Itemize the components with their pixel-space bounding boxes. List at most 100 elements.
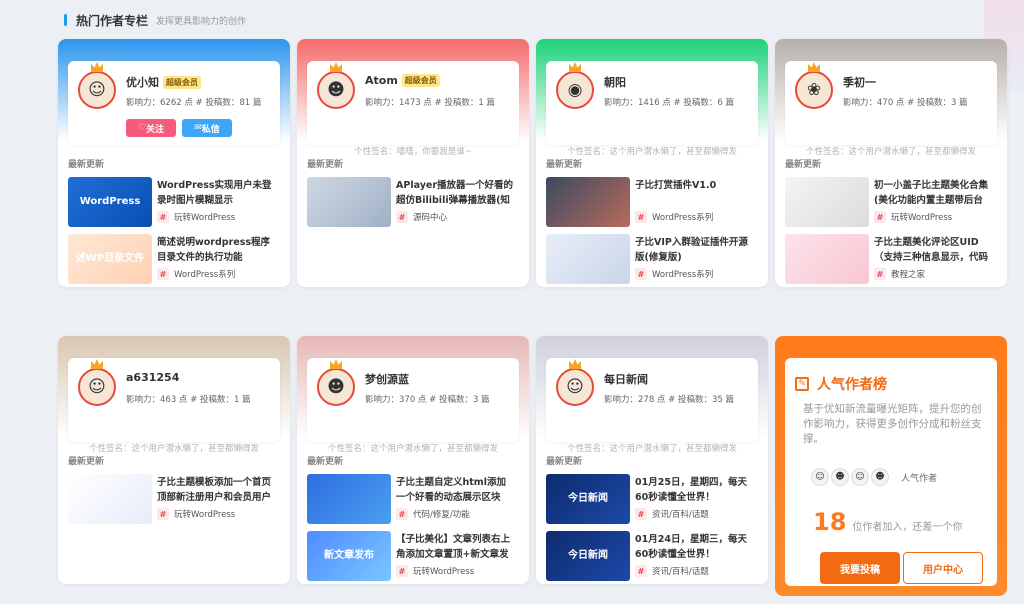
author-profile: ☺ 每日新闻 影响力：278 点 # 投稿数：35 篇个性签名：这个用户潜水懒了… xyxy=(546,358,758,454)
post-title[interactable]: APlayer播放器一个好看的超仿Bilibili弹幕播放器(知 xyxy=(396,178,514,208)
avatar[interactable]: ☻ xyxy=(317,71,355,109)
post-tag-text[interactable]: 资讯/百科/话题 xyxy=(652,565,709,577)
hash-icon: # xyxy=(157,211,169,223)
author-name-text[interactable]: a631254 xyxy=(126,371,179,384)
avatar[interactable]: ☺ xyxy=(851,468,869,486)
post-thumbnail[interactable]: 今日新闻 xyxy=(546,531,630,581)
avatar[interactable]: ☻ xyxy=(831,468,849,486)
post-tag[interactable]: # 教程之家 xyxy=(874,268,925,280)
post-tag-text[interactable]: WordPress系列 xyxy=(174,268,235,280)
post-title[interactable]: 子比主题自定义html添加一个好看的动态展示区块 xyxy=(396,475,514,505)
author-name[interactable]: 梦创源蓝 xyxy=(365,371,409,387)
avatar[interactable]: ◉ xyxy=(556,71,594,109)
avatar-wrap[interactable]: ☺ xyxy=(556,359,594,406)
post-tag[interactable]: # WordPress系列 xyxy=(157,268,235,280)
post-title[interactable]: 子比主题美化评论区UID（支持三种信息显示，代码 xyxy=(874,235,992,265)
avatar-wrap[interactable]: ☻ xyxy=(317,62,355,109)
post-thumbnail[interactable] xyxy=(546,234,630,284)
post-title[interactable]: 01月24日，星期三，每天60秒读懂全世界！ xyxy=(635,532,753,562)
post-thumbnail[interactable] xyxy=(785,234,869,284)
post-item[interactable]: 今日新闻 01月24日，星期三，每天60秒读懂全世界！ # 资讯/百科/话题 xyxy=(546,531,760,581)
post-item[interactable]: 子比打赏插件V1.0 # WordPress系列 xyxy=(546,177,760,227)
post-item[interactable]: 新文章发布 【子比美化】文章列表右上角添加文章置顶+新文章发 # 玩转WordPr… xyxy=(307,531,521,581)
post-item[interactable]: 子比主题自定义html添加一个好看的动态展示区块 # 代码/修复/功能 xyxy=(307,474,521,524)
follow-button[interactable]: ♡ 关注 xyxy=(126,119,176,137)
avatar-wrap[interactable]: ☺ xyxy=(78,359,116,406)
post-tag-text[interactable]: 资讯/百科/话题 xyxy=(652,508,709,520)
avatar-wrap[interactable]: ☻ xyxy=(317,359,355,406)
avatar-wrap[interactable]: ❀ xyxy=(795,62,833,109)
avatar[interactable]: ☺ xyxy=(556,368,594,406)
avatar-wrap[interactable]: ◉ xyxy=(556,62,594,109)
post-item[interactable]: 子比主题模板添加一个首页顶部新注册用户和会员用户 # 玩转WordPress xyxy=(68,474,282,524)
author-name[interactable]: 朝阳 xyxy=(604,74,626,90)
avatar-wrap[interactable]: ☺ xyxy=(78,62,116,109)
post-item[interactable]: 子比主题美化评论区UID（支持三种信息显示，代码 # 教程之家 xyxy=(785,234,999,284)
post-tag-text[interactable]: WordPress系列 xyxy=(652,211,713,223)
post-item[interactable]: WordPress WordPress实现用户未登录时图片模糊显示 # 玩转Wor… xyxy=(68,177,282,227)
post-tag-text[interactable]: 玩转WordPress xyxy=(413,565,474,577)
post-tag[interactable]: # 玩转WordPress xyxy=(874,211,952,223)
author-name[interactable]: 优小知 超级会员 xyxy=(126,74,201,90)
post-title[interactable]: 子比主题模板添加一个首页顶部新注册用户和会员用户 xyxy=(157,475,275,505)
post-thumbnail[interactable] xyxy=(307,474,391,524)
post-thumbnail[interactable]: 新文章发布 xyxy=(307,531,391,581)
post-tag[interactable]: # 玩转WordPress xyxy=(157,508,235,520)
post-tag-text[interactable]: 玩转WordPress xyxy=(174,508,235,520)
post-title[interactable]: 【子比美化】文章列表右上角添加文章置顶+新文章发 xyxy=(396,532,514,562)
author-name[interactable]: a631254 xyxy=(126,371,179,384)
post-tag[interactable]: # 源码中心 xyxy=(396,211,447,223)
post-tag-text[interactable]: 教程之家 xyxy=(891,268,925,280)
post-item[interactable]: 述WP目录文件 简述说明wordpress程序目录文件的执行功能 # WordPr… xyxy=(68,234,282,284)
post-thumbnail[interactable]: 述WP目录文件 xyxy=(68,234,152,284)
post-title[interactable]: 初一小盖子比主题美化合集(美化功能内置主题带后台 xyxy=(874,178,992,208)
post-title[interactable]: 子比VIP入群验证插件开源版(修复版) xyxy=(635,235,753,265)
post-title[interactable]: 子比打赏插件V1.0 xyxy=(635,178,753,208)
post-tag[interactable]: # 代码/修复/功能 xyxy=(396,508,470,520)
post-tag[interactable]: # 资讯/百科/话题 xyxy=(635,565,709,577)
post-thumbnail[interactable] xyxy=(68,474,152,524)
author-name-text[interactable]: 季初一 xyxy=(843,76,876,89)
avatar[interactable]: ❀ xyxy=(795,71,833,109)
user-center-button[interactable]: 用户中心 xyxy=(903,552,983,584)
post-item[interactable]: APlayer播放器一个好看的超仿Bilibili弹幕播放器(知 # 源码中心 xyxy=(307,177,521,227)
post-title[interactable]: WordPress实现用户未登录时图片模糊显示 xyxy=(157,178,275,208)
post-tag-text[interactable]: 源码中心 xyxy=(413,211,447,223)
post-title[interactable]: 简述说明wordpress程序目录文件的执行功能 xyxy=(157,235,275,265)
post-item[interactable]: 子比VIP入群验证插件开源版(修复版) # WordPress系列 xyxy=(546,234,760,284)
author-name-text[interactable]: 朝阳 xyxy=(604,76,626,89)
avatar[interactable]: ☺ xyxy=(78,368,116,406)
post-tag-text[interactable]: WordPress系列 xyxy=(652,268,713,280)
post-tag[interactable]: # 玩转WordPress xyxy=(396,565,474,577)
submit-button[interactable]: 我要投稿 xyxy=(820,552,900,584)
section-accent-bar xyxy=(64,14,67,26)
author-name[interactable]: Atom 超级会员 xyxy=(365,74,440,87)
post-tag-text[interactable]: 代码/修复/功能 xyxy=(413,508,470,520)
post-tag[interactable]: # 玩转WordPress xyxy=(157,211,235,223)
author-name-text[interactable]: 每日新闻 xyxy=(604,373,648,386)
author-name-text[interactable]: 梦创源蓝 xyxy=(365,373,409,386)
author-name-text[interactable]: 优小知 xyxy=(126,76,159,89)
post-thumbnail[interactable] xyxy=(307,177,391,227)
post-tag-text[interactable]: 玩转WordPress xyxy=(174,211,235,223)
avatar[interactable]: ☻ xyxy=(317,368,355,406)
message-button[interactable]: ✉ 私信 xyxy=(182,119,232,137)
post-item[interactable]: 初一小盖子比主题美化合集(美化功能内置主题带后台 # 玩转WordPress xyxy=(785,177,999,227)
post-title[interactable]: 01月25日，星期四，每天60秒读懂全世界！ xyxy=(635,475,753,505)
post-thumbnail[interactable]: 今日新闻 xyxy=(546,474,630,524)
post-tag[interactable]: # 资讯/百科/话题 xyxy=(635,508,709,520)
avatar[interactable]: ☺ xyxy=(811,468,829,486)
post-tag[interactable]: # WordPress系列 xyxy=(635,211,713,223)
post-tag-text[interactable]: 玩转WordPress xyxy=(891,211,952,223)
post-thumbnail[interactable] xyxy=(785,177,869,227)
author-name[interactable]: 季初一 xyxy=(843,74,876,90)
avatar[interactable]: ☻ xyxy=(871,468,889,486)
post-tag[interactable]: # WordPress系列 xyxy=(635,268,713,280)
avatar[interactable]: ☺ xyxy=(78,71,116,109)
post-thumbnail[interactable]: WordPress xyxy=(68,177,152,227)
post-thumbnail[interactable] xyxy=(546,177,630,227)
author-name[interactable]: 每日新闻 xyxy=(604,371,648,387)
thumb-text: 今日新闻 xyxy=(568,550,608,561)
author-name-text[interactable]: Atom xyxy=(365,74,398,87)
post-item[interactable]: 今日新闻 01月25日，星期四，每天60秒读懂全世界！ # 资讯/百科/话题 xyxy=(546,474,760,524)
